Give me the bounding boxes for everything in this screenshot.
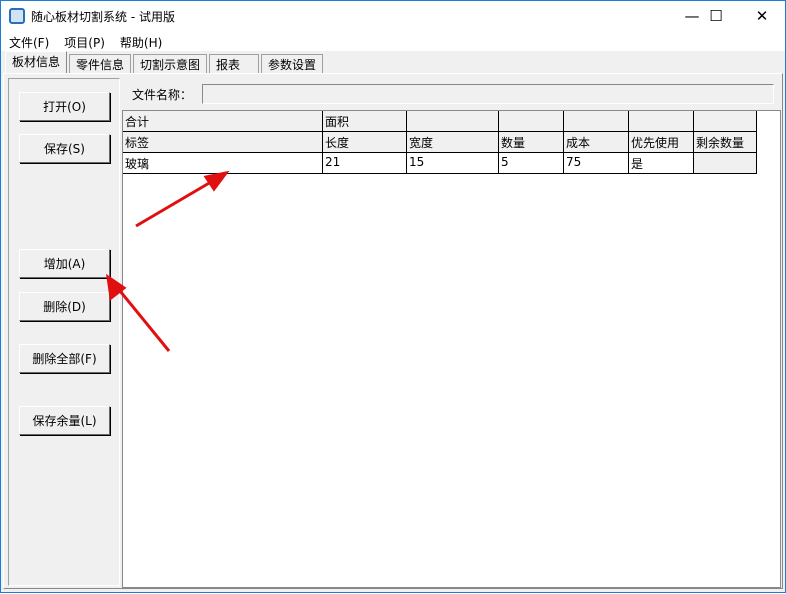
- save-remainder-button[interactable]: 保存余量(L): [19, 406, 110, 435]
- menu-file[interactable]: 文件(F): [1, 31, 56, 51]
- table-header-cell: [499, 111, 564, 132]
- maximize-button[interactable]: ☐: [693, 1, 739, 31]
- table-cell[interactable]: 21: [323, 153, 407, 174]
- table-cell[interactable]: 5: [499, 153, 564, 174]
- table-header-cell: 标签: [123, 132, 323, 153]
- tab-board-info[interactable]: 板材信息: [5, 51, 68, 73]
- table-header-cell: 长度: [323, 132, 407, 153]
- table-header-cell: [629, 111, 694, 132]
- board-table: 合计 面积 标签 长度 宽度 数量 成本 优先使用 剩余数量玻璃 21 15 5 75 是: [122, 110, 781, 588]
- app-window: 随心板材切割系统 - 试用版 — ☐ ✕ 文件(F) 项目(P) 帮助(H) 板…: [0, 0, 786, 593]
- app-icon: [9, 8, 25, 24]
- close-button[interactable]: ✕: [739, 1, 785, 31]
- add-button[interactable]: 增加(A): [19, 249, 110, 278]
- open-button[interactable]: 打开(O): [19, 92, 110, 121]
- table-cell[interactable]: 15: [407, 153, 499, 174]
- tab-settings[interactable]: 参数设置: [261, 54, 324, 73]
- table-header-cell: 面积: [323, 111, 407, 132]
- table-cell[interactable]: 75: [564, 153, 629, 174]
- window-title: 随心板材切割系统 - 试用版: [31, 10, 175, 24]
- table-header-cell: [694, 111, 757, 132]
- file-name-field[interactable]: [202, 84, 774, 104]
- tab-report[interactable]: 报表: [209, 54, 260, 73]
- table-cell[interactable]: [694, 153, 757, 174]
- delete-button[interactable]: 删除(D): [19, 292, 110, 321]
- button-panel: 打开(O) 保存(S) 增加(A) 删除(D) 删除全部(F) 保存余量(L): [8, 78, 120, 586]
- table-header-cell: 数量: [499, 132, 564, 153]
- menu-help[interactable]: 帮助(H): [112, 31, 169, 51]
- table-header-cell: 合计: [123, 111, 323, 132]
- title-bar: 随心板材切割系统 - 试用版 — ☐ ✕: [1, 1, 785, 31]
- tab-content: 打开(O) 保存(S) 增加(A) 删除(D) 删除全部(F) 保存余量(L) …: [3, 73, 783, 589]
- table-cell[interactable]: 玻璃: [123, 153, 323, 174]
- table-header-cell: [407, 111, 499, 132]
- tab-bar: 板材信息 零件信息 切割示意图 报表 参数设置: [1, 51, 785, 73]
- file-name-row: 文件名称：: [122, 78, 778, 108]
- menu-bar: 文件(F) 项目(P) 帮助(H): [1, 31, 785, 51]
- save-button[interactable]: 保存(S): [19, 134, 110, 163]
- table-header-cell: 剩余数量: [694, 132, 757, 153]
- table-header-cell: [564, 111, 629, 132]
- delete-all-button[interactable]: 删除全部(F): [19, 344, 110, 373]
- table-header-cell: 成本: [564, 132, 629, 153]
- file-name-label: 文件名称：: [132, 88, 193, 102]
- tab-cut-diagram[interactable]: 切割示意图: [133, 54, 208, 73]
- table-cell[interactable]: 是: [629, 153, 694, 174]
- tab-part-info[interactable]: 零件信息: [69, 54, 132, 73]
- table-header-cell: 宽度: [407, 132, 499, 153]
- table-header-cell: 优先使用: [629, 132, 694, 153]
- menu-project[interactable]: 项目(P): [56, 31, 112, 51]
